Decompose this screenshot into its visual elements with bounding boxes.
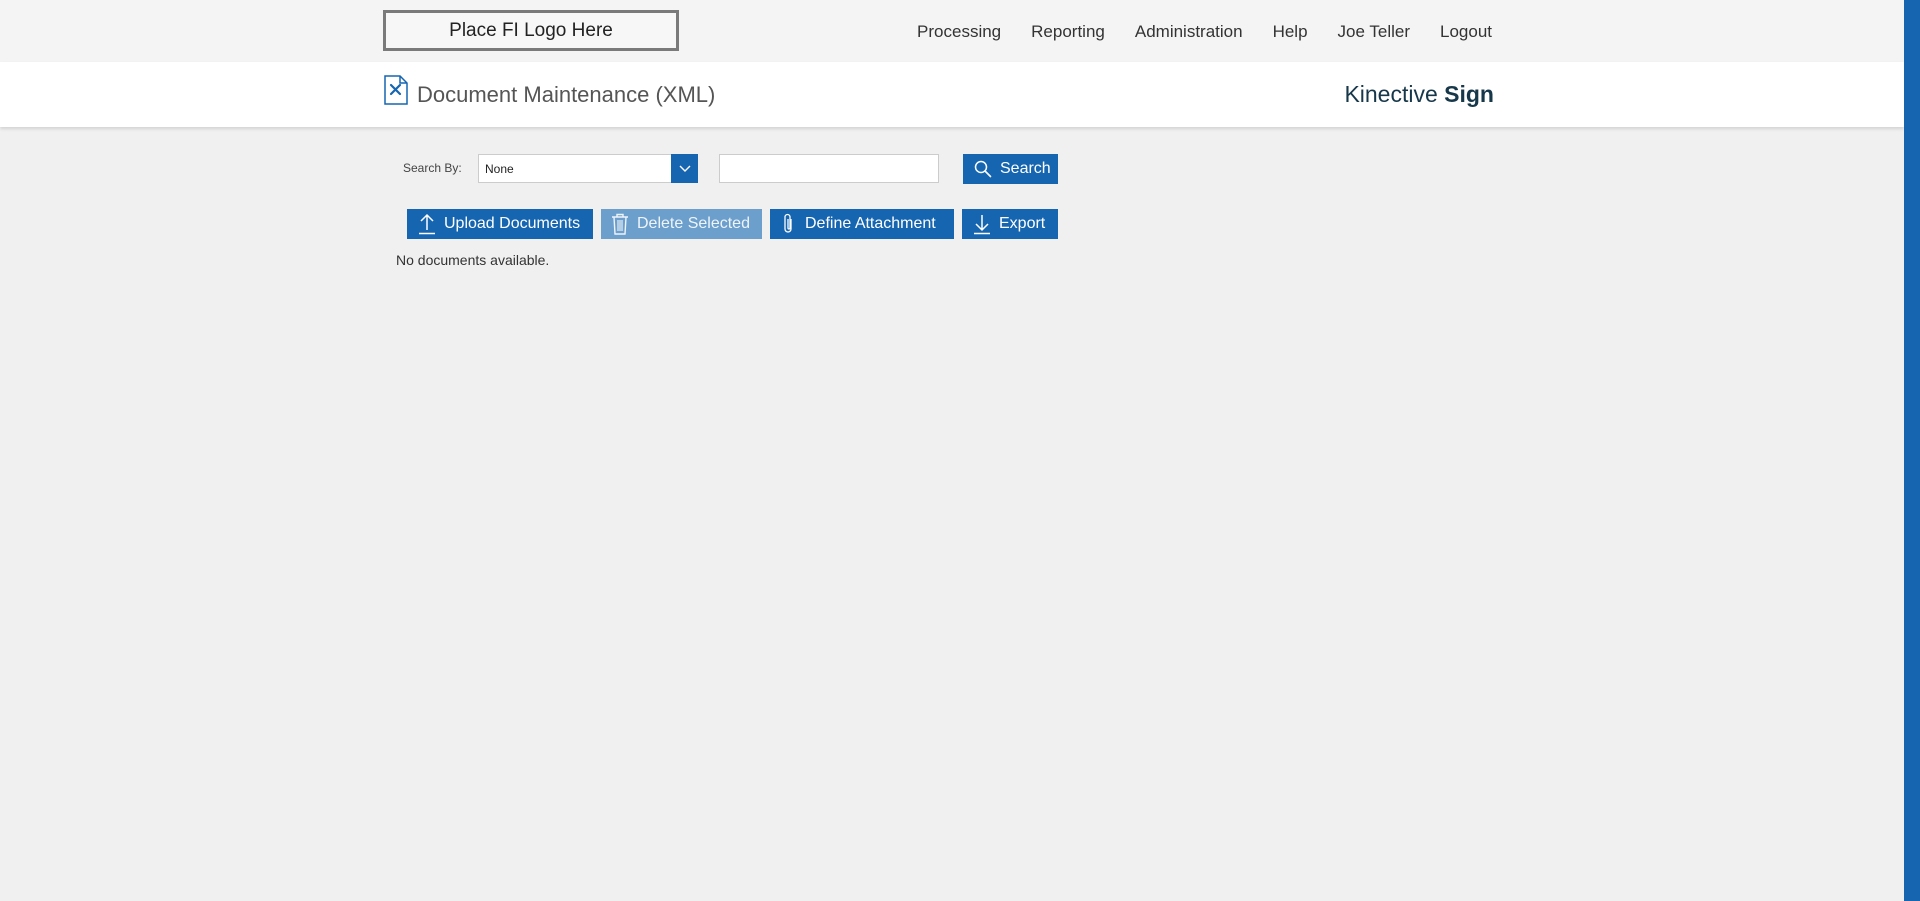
search-row: Search By: None Search: [0, 153, 1904, 185]
chevron-down-icon: [679, 165, 690, 172]
brand-logo: Kinective Sign: [1344, 81, 1494, 108]
page: Place FI Logo Here Processing Reporting …: [0, 0, 1920, 901]
trash-icon: [611, 213, 629, 235]
brand-name-bold: Sign: [1444, 81, 1494, 107]
nav-processing[interactable]: Processing: [917, 22, 1001, 42]
dropdown-arrow-icon[interactable]: [671, 154, 698, 183]
main-nav: Processing Reporting Administration Help…: [887, 22, 1492, 42]
search-by-select[interactable]: None: [478, 154, 698, 183]
define-attachment-button[interactable]: Define Attachment: [770, 209, 954, 239]
search-icon: [974, 160, 992, 178]
empty-documents-message: No documents available.: [396, 252, 550, 268]
search-button-label: Search: [1000, 160, 1051, 177]
upload-documents-label: Upload Documents: [444, 215, 581, 232]
nav-help[interactable]: Help: [1273, 22, 1308, 42]
search-input[interactable]: [719, 154, 939, 183]
title-bar: Document Maintenance (XML) Kinective Sig…: [0, 62, 1904, 127]
search-button[interactable]: Search: [963, 154, 1058, 184]
download-icon: [973, 213, 991, 235]
export-button[interactable]: Export: [962, 209, 1058, 239]
search-by-value: None: [485, 162, 514, 176]
search-by-label: Search By:: [403, 161, 462, 175]
nav-user[interactable]: Joe Teller: [1338, 22, 1410, 42]
upload-icon: [418, 213, 436, 235]
delete-selected-label: Delete Selected: [637, 215, 750, 232]
top-header: Place FI Logo Here Processing Reporting …: [0, 0, 1904, 62]
nav-administration[interactable]: Administration: [1135, 22, 1243, 42]
define-attachment-label: Define Attachment: [805, 215, 936, 232]
nav-reporting[interactable]: Reporting: [1031, 22, 1105, 42]
nav-logout[interactable]: Logout: [1440, 22, 1492, 42]
right-edge-bar: [1904, 0, 1920, 901]
page-title: Document Maintenance (XML): [417, 82, 716, 107]
export-label: Export: [999, 215, 1046, 232]
document-x-icon: [384, 75, 408, 105]
upload-documents-button[interactable]: Upload Documents: [407, 209, 593, 239]
delete-selected-button[interactable]: Delete Selected: [601, 209, 762, 239]
paperclip-icon: [781, 213, 797, 235]
brand-name: Kinective: [1344, 81, 1438, 107]
fi-logo-placeholder[interactable]: Place FI Logo Here: [383, 10, 679, 51]
